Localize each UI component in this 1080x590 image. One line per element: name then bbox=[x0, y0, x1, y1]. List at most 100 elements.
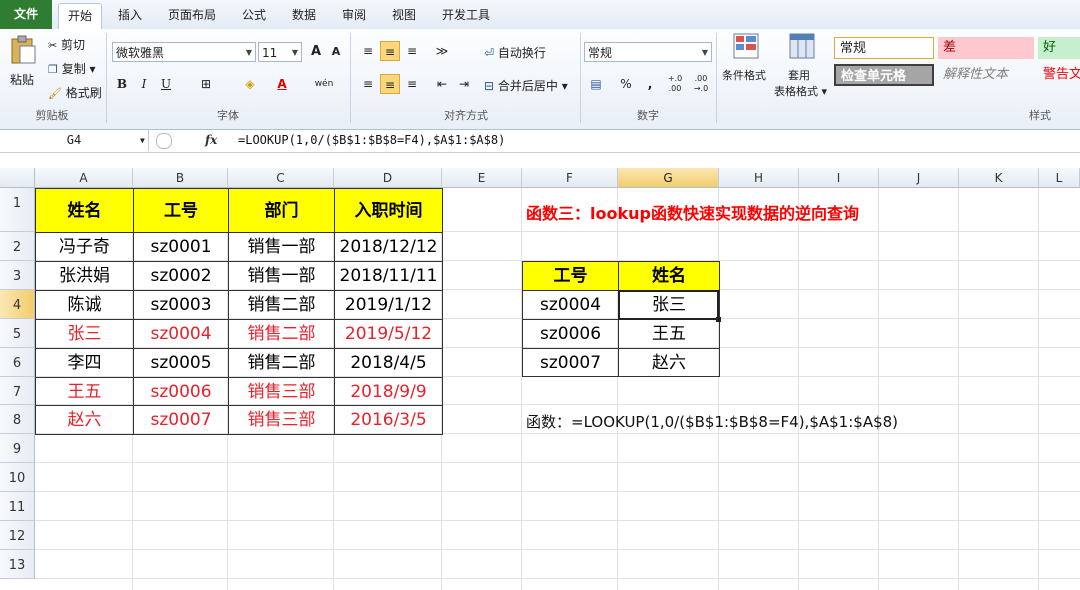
row-header-12[interactable]: 12 bbox=[0, 521, 35, 550]
percent-button[interactable]: % bbox=[616, 74, 636, 94]
table-cell[interactable]: 冯子奇 bbox=[35, 232, 134, 262]
shrink-font-button[interactable]: A bbox=[326, 42, 346, 62]
style-check-cell[interactable]: 检查单元格 bbox=[834, 64, 934, 86]
column-header-l[interactable]: L bbox=[1039, 168, 1080, 188]
table-cell[interactable]: 2018/12/12 bbox=[334, 232, 443, 262]
lookup-cell[interactable]: sz0007 bbox=[522, 348, 619, 377]
table-cell[interactable]: 销售二部 bbox=[228, 319, 335, 349]
wrap-text-button[interactable]: ⏎ 自动换行 bbox=[484, 44, 546, 61]
column-header-e[interactable]: E bbox=[442, 168, 522, 188]
italic-button[interactable]: I bbox=[134, 74, 154, 94]
table-header-cell[interactable]: 入职时间 bbox=[334, 188, 443, 233]
fill-color-button[interactable]: ◈ bbox=[240, 74, 260, 94]
table-cell[interactable]: sz0002 bbox=[133, 261, 229, 291]
row-header-8[interactable]: 8 bbox=[0, 405, 35, 434]
table-cell[interactable]: 销售二部 bbox=[228, 348, 335, 378]
orientation-button[interactable]: ≫ bbox=[432, 41, 452, 61]
increase-indent-button[interactable]: ⇥ bbox=[454, 74, 474, 94]
table-header-cell[interactable]: 姓名 bbox=[35, 188, 134, 233]
font-name-select[interactable]: 微软雅黑 ▼ bbox=[112, 42, 256, 62]
conditional-formatting-button[interactable]: 条件格式 bbox=[722, 33, 770, 103]
table-cell[interactable]: 陈诚 bbox=[35, 290, 134, 320]
column-header-k[interactable]: K bbox=[959, 168, 1039, 188]
table-cell[interactable]: 销售二部 bbox=[228, 290, 335, 320]
table-cell[interactable]: 张三 bbox=[35, 319, 134, 349]
column-header-b[interactable]: B bbox=[133, 168, 228, 188]
table-cell[interactable]: 销售一部 bbox=[228, 232, 335, 262]
column-header-a[interactable]: A bbox=[35, 168, 133, 188]
lookup-cell[interactable]: sz0004 bbox=[522, 290, 619, 320]
table-cell[interactable]: 王五 bbox=[35, 377, 134, 406]
phonetic-button[interactable]: wén bbox=[314, 74, 334, 94]
table-cell[interactable]: 2019/1/12 bbox=[334, 290, 443, 320]
column-header-j[interactable]: J bbox=[879, 168, 959, 188]
tab-insert[interactable]: 插入 bbox=[112, 3, 148, 27]
table-header-cell[interactable]: 部门 bbox=[228, 188, 335, 233]
name-box[interactable]: G4 ▼ bbox=[0, 130, 149, 151]
decrease-indent-button[interactable]: ⇤ bbox=[432, 74, 452, 94]
align-right-button[interactable]: ≡ bbox=[402, 74, 422, 94]
style-good[interactable]: 好 bbox=[1038, 37, 1080, 59]
row-header-7[interactable]: 7 bbox=[0, 377, 35, 405]
row-header-6[interactable]: 6 bbox=[0, 348, 35, 377]
table-cell[interactable]: 销售三部 bbox=[228, 377, 335, 406]
table-cell[interactable]: sz0004 bbox=[133, 319, 229, 349]
row-header-9[interactable]: 9 bbox=[0, 434, 35, 463]
align-middle-button[interactable]: ≡ bbox=[380, 41, 400, 61]
row-header-4[interactable]: 4 bbox=[0, 290, 35, 319]
number-format-select[interactable]: 常规 ▼ bbox=[584, 42, 712, 62]
tab-file[interactable]: 文件 bbox=[0, 0, 52, 29]
chevron-down-icon[interactable]: ▼ bbox=[140, 130, 145, 151]
column-header-f[interactable]: F bbox=[522, 168, 618, 188]
row-header-13[interactable]: 13 bbox=[0, 550, 35, 579]
align-bottom-button[interactable]: ≡ bbox=[402, 41, 422, 61]
row-header-3[interactable]: 3 bbox=[0, 261, 35, 290]
lookup-header-cell[interactable]: 工号 bbox=[522, 261, 619, 291]
tab-home[interactable]: 开始 bbox=[58, 3, 102, 30]
formula-bar-toggle[interactable] bbox=[156, 133, 172, 149]
tab-data[interactable]: 数据 bbox=[286, 3, 322, 27]
increase-decimal-button[interactable]: +.0 .00 bbox=[664, 74, 686, 94]
style-normal[interactable]: 常规 bbox=[834, 37, 934, 59]
tab-view[interactable]: 视图 bbox=[386, 3, 422, 27]
table-cell[interactable]: sz0005 bbox=[133, 348, 229, 378]
currency-button[interactable]: ▤ bbox=[586, 74, 606, 94]
style-warning[interactable]: 警告文 bbox=[1038, 64, 1080, 86]
column-header-h[interactable]: H bbox=[719, 168, 799, 188]
table-cell[interactable]: 2018/11/11 bbox=[334, 261, 443, 291]
formula-input[interactable]: =LOOKUP(1,0/($B$1:$B$8=F4),$A$1:$A$8) bbox=[238, 130, 505, 151]
column-header-i[interactable]: I bbox=[799, 168, 879, 188]
selected-cell-g4[interactable] bbox=[618, 290, 719, 320]
lookup-cell[interactable]: sz0006 bbox=[522, 319, 619, 349]
row-header-2[interactable]: 2 bbox=[0, 232, 35, 261]
font-size-select[interactable]: 11 ▼ bbox=[258, 42, 302, 62]
table-cell[interactable]: sz0007 bbox=[133, 405, 229, 435]
lookup-cell[interactable]: 王五 bbox=[618, 319, 720, 349]
bold-button[interactable]: B bbox=[112, 74, 132, 94]
lookup-cell[interactable]: 赵六 bbox=[618, 348, 720, 377]
decrease-decimal-button[interactable]: .00 →.0 bbox=[690, 74, 712, 94]
table-cell[interactable]: 销售一部 bbox=[228, 261, 335, 291]
cut-button[interactable]: ✂ 剪切 bbox=[48, 36, 85, 53]
table-cell[interactable]: 2016/3/5 bbox=[334, 405, 443, 435]
tab-formulas[interactable]: 公式 bbox=[236, 3, 272, 27]
table-cell[interactable]: 赵六 bbox=[35, 405, 134, 435]
copy-button[interactable]: ❐ 复制 ▾ bbox=[48, 60, 96, 77]
fill-handle[interactable] bbox=[716, 317, 721, 322]
tab-review[interactable]: 审阅 bbox=[336, 3, 372, 27]
column-header-g[interactable]: G bbox=[618, 168, 719, 188]
row-header-5[interactable]: 5 bbox=[0, 319, 35, 348]
table-cell[interactable]: 2019/5/12 bbox=[334, 319, 443, 349]
select-all-corner[interactable] bbox=[0, 168, 35, 188]
merge-center-button[interactable]: ⊟ 合并后居中 ▾ bbox=[484, 77, 568, 94]
column-header-c[interactable]: C bbox=[228, 168, 334, 188]
table-cell[interactable]: 2018/9/9 bbox=[334, 377, 443, 406]
style-explanatory[interactable]: 解释性文本 bbox=[938, 64, 1034, 86]
underline-button[interactable]: U bbox=[156, 74, 176, 94]
table-header-cell[interactable]: 工号 bbox=[133, 188, 229, 233]
table-cell[interactable]: 销售三部 bbox=[228, 405, 335, 435]
lookup-header-cell[interactable]: 姓名 bbox=[618, 261, 720, 291]
table-cell[interactable]: sz0003 bbox=[133, 290, 229, 320]
table-cell[interactable]: sz0006 bbox=[133, 377, 229, 406]
table-cell[interactable]: 李四 bbox=[35, 348, 134, 378]
